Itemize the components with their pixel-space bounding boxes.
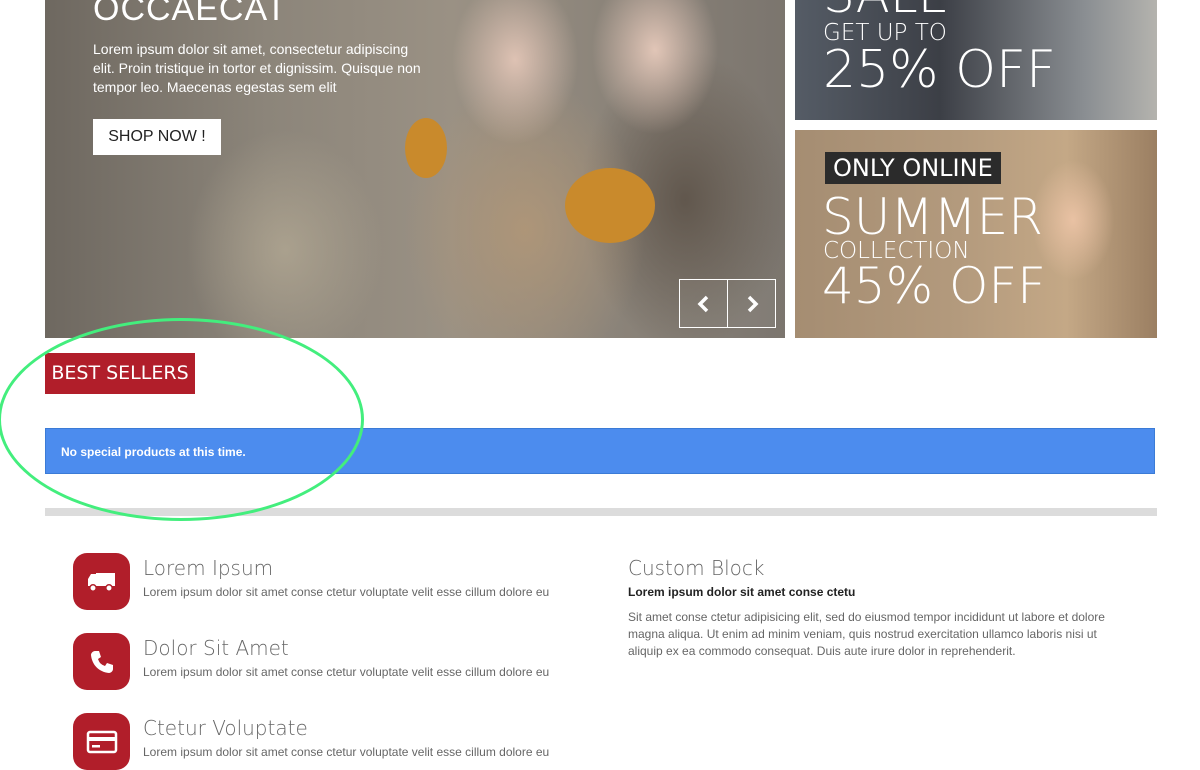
custom-block-title: Custom Block: [628, 556, 765, 580]
summer-banner[interactable]: ONLY ONLINE SUMMER COLLECTION 45% OFF: [795, 130, 1157, 338]
feature-text: Lorem ipsum dolor sit amet conse ctetur …: [143, 585, 550, 599]
feature-text: Lorem ipsum dolor sit amet conse ctetur …: [143, 665, 550, 679]
slide-photo-detail: [565, 168, 655, 243]
custom-block-subtitle: Lorem ipsum dolor sit amet conse ctetu: [628, 585, 856, 599]
annotation-circle: [0, 318, 364, 521]
feature-text: Lorem ipsum dolor sit amet conse ctetur …: [143, 745, 550, 759]
summer-heading: SUMMER: [822, 188, 1043, 246]
shop-now-button[interactable]: SHOP NOW !: [93, 119, 221, 155]
slider-prev-button[interactable]: [679, 279, 728, 328]
chevron-left-icon: [697, 295, 708, 312]
phone-icon: [73, 633, 130, 690]
feature-title: Dolor Sit Amet: [143, 636, 289, 660]
main-slider[interactable]: OCCAECAT Lorem ipsum dolor sit amet, con…: [45, 0, 785, 338]
credit-card-icon: [73, 713, 130, 770]
slide-title: OCCAECAT: [93, 0, 288, 28]
custom-block-text: Sit amet conse ctetur adipisicing elit, …: [628, 610, 1105, 658]
feature-title: Lorem Ipsum: [143, 556, 274, 580]
feature-title: Ctetur Voluptate: [143, 716, 308, 740]
only-online-badge: ONLY ONLINE: [825, 152, 1001, 184]
chevron-right-icon: [747, 295, 758, 312]
truck-icon: [73, 553, 130, 610]
sale-discount: 25% OFF: [823, 40, 1056, 100]
sale-heading: SALE: [823, 0, 949, 20]
summer-discount: 45% OFF: [822, 257, 1046, 315]
slide-photo-detail: [405, 118, 447, 178]
sale-banner[interactable]: SALE GET UP TO 25% OFF: [795, 0, 1157, 120]
slider-next-button[interactable]: [727, 279, 776, 328]
slide-description: Lorem ipsum dolor sit amet, consectetur …: [93, 41, 421, 95]
